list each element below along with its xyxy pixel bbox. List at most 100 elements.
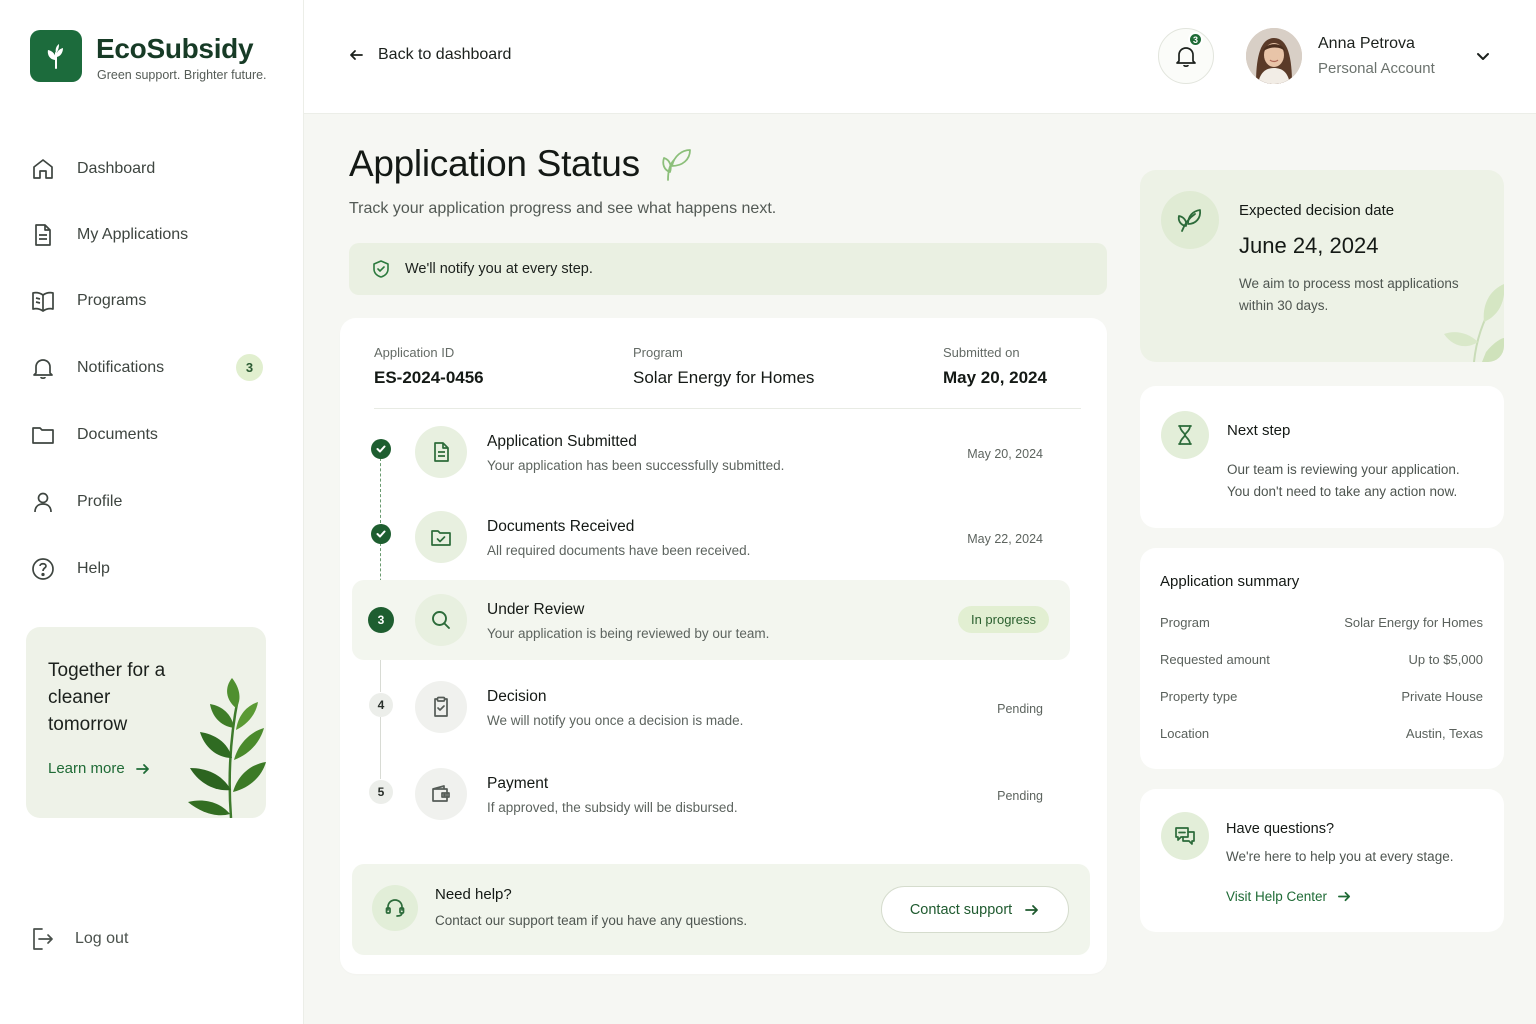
timeline-step: 4 Decision We will notify you once a dec… xyxy=(352,667,1070,747)
submitted-label: Submitted on xyxy=(943,345,1020,360)
expected-decision-card: Expected decision date June 24, 2024 We … xyxy=(1140,170,1504,362)
logout-label: Log out xyxy=(75,930,129,947)
step-status: Pending xyxy=(997,789,1043,803)
notify-banner: We'll notify you at every step. xyxy=(349,243,1107,295)
arrow-left-icon xyxy=(350,50,363,60)
next-step-title: Next step xyxy=(1227,422,1291,439)
sidebar-item-documents[interactable]: Documents xyxy=(28,413,278,457)
step-title: Application Submitted xyxy=(487,433,637,450)
step-date: May 22, 2024 xyxy=(967,532,1043,546)
summary-label: Requested amount xyxy=(1160,652,1270,667)
logout-button[interactable]: Log out xyxy=(28,920,128,958)
sidebar-item-help[interactable]: Help xyxy=(28,547,278,591)
step-description: If approved, the subsidy will be disburs… xyxy=(487,800,738,815)
leaf-icon xyxy=(1161,191,1219,249)
sidebar-item-dashboard[interactable]: Dashboard xyxy=(28,147,278,191)
sidebar-item-label: Documents xyxy=(77,426,158,443)
divider xyxy=(374,408,1081,409)
sidebar-item-programs[interactable]: Programs xyxy=(28,279,278,323)
help-description: Contact our support team if you have any… xyxy=(435,913,748,928)
promo-card: Together for a cleaner tomorrow Learn mo… xyxy=(26,627,266,818)
step-title: Decision xyxy=(487,688,547,705)
questions-title: Have questions? xyxy=(1226,821,1335,837)
avatar[interactable] xyxy=(1246,28,1302,84)
step-number: 5 xyxy=(369,780,393,804)
promo-title: Together for a cleaner tomorrow xyxy=(48,660,166,735)
step-number: 4 xyxy=(369,693,393,717)
timeline-step-current: 3 Under Review Your application is being… xyxy=(352,580,1070,660)
plant-illustration xyxy=(188,678,266,818)
summary-label: Location xyxy=(1160,726,1210,741)
wallet-icon xyxy=(415,768,467,820)
step-title: Documents Received xyxy=(487,518,635,535)
check-icon xyxy=(371,439,391,459)
learn-more-label: Learn more xyxy=(48,760,125,777)
document-icon xyxy=(28,220,58,250)
help-circle-icon xyxy=(28,554,58,584)
summary-value: Private House xyxy=(1401,689,1483,704)
notification-count-badge: 3 xyxy=(1188,32,1203,47)
application-summary-card: Application summary Program Solar Energy … xyxy=(1140,548,1504,769)
back-to-dashboard-link[interactable]: Back to dashboard xyxy=(348,46,511,64)
leaf-icon xyxy=(662,149,691,181)
summary-row: Location Austin, Texas xyxy=(1160,726,1483,741)
shield-check-icon xyxy=(373,260,389,278)
sidebar-item-profile[interactable]: Profile xyxy=(28,480,278,524)
step-status: Pending xyxy=(997,702,1043,716)
leaf-decoration xyxy=(1444,284,1504,362)
learn-more-link[interactable]: Learn more xyxy=(48,760,151,777)
clipboard-check-icon xyxy=(415,681,467,733)
home-icon xyxy=(28,154,58,184)
page-subtitle: Track your application progress and see … xyxy=(349,200,777,217)
arrow-right-icon xyxy=(135,763,149,774)
headset-icon xyxy=(372,885,418,931)
logo[interactable] xyxy=(30,30,82,82)
arrow-right-icon xyxy=(1025,904,1039,915)
leaf-logo-icon xyxy=(47,44,63,69)
step-description: All required documents have been receive… xyxy=(487,543,751,558)
next-step-card: Next step Our team is reviewing your app… xyxy=(1140,386,1504,528)
page-title: Application Status xyxy=(349,143,640,184)
step-number: 3 xyxy=(368,607,394,633)
notifications-button[interactable] xyxy=(1158,28,1214,84)
top-bar: Back to dashboard 3 Anna Petrova Persona… xyxy=(304,0,1536,114)
help-title: Need help? xyxy=(435,886,512,903)
step-description: Your application is being reviewed by ou… xyxy=(487,626,770,641)
decision-label: Expected decision date xyxy=(1239,202,1395,219)
sidebar-item-label: My Applications xyxy=(77,226,189,243)
visit-help-center-link[interactable]: Visit Help Center xyxy=(1226,889,1352,904)
timeline-step: Application Submitted Your application h… xyxy=(352,412,1070,492)
have-questions-card: Have questions? We're here to help you a… xyxy=(1140,789,1504,932)
brand-name: EcoSubsidy xyxy=(96,33,254,64)
hourglass-icon xyxy=(1161,411,1209,459)
notify-text: We'll notify you at every step. xyxy=(405,261,593,277)
notifications-count-badge: 3 xyxy=(236,354,263,381)
chevron-down-icon[interactable] xyxy=(1474,47,1492,65)
summary-value: Solar Energy for Homes xyxy=(1344,615,1483,630)
timeline-step: Documents Received All required document… xyxy=(352,497,1070,577)
check-icon xyxy=(371,524,391,544)
step-title: Under Review xyxy=(487,601,585,618)
user-icon xyxy=(28,487,58,517)
sidebar-item-notifications[interactable]: Notifications 3 xyxy=(28,346,278,390)
logout-icon xyxy=(28,925,56,953)
submitted-value: May 20, 2024 xyxy=(943,368,1047,387)
step-date: May 20, 2024 xyxy=(967,447,1043,461)
file-text-icon xyxy=(415,426,467,478)
sidebar-item-label: Notifications xyxy=(77,359,165,376)
arrow-right-icon xyxy=(1338,891,1351,902)
folder-icon xyxy=(28,420,58,450)
application-id-label: Application ID xyxy=(374,345,455,360)
summary-label: Program xyxy=(1160,615,1210,630)
summary-title: Application summary xyxy=(1160,573,1300,590)
help-center-label: Visit Help Center xyxy=(1226,889,1328,904)
brand-tagline: Green support. Brighter future. xyxy=(97,68,267,82)
questions-description: We're here to help you at every stage. xyxy=(1226,849,1454,864)
summary-value: Up to $5,000 xyxy=(1408,652,1483,667)
book-icon xyxy=(28,286,58,316)
status-badge: In progress xyxy=(957,606,1049,633)
chat-icon xyxy=(1161,812,1209,860)
folder-check-icon xyxy=(415,511,467,563)
contact-support-button[interactable]: Contact support xyxy=(881,886,1069,933)
sidebar-item-my-applications[interactable]: My Applications xyxy=(28,213,278,257)
